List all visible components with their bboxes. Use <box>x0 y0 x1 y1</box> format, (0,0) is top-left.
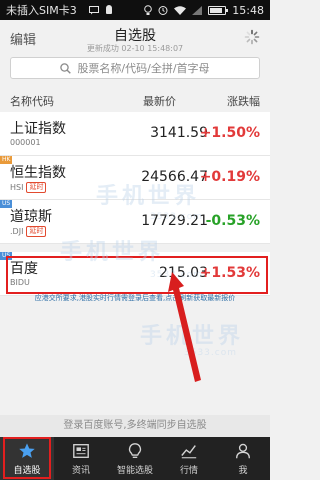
stock-name: 恒生指数 <box>10 165 66 181</box>
stock-name: 道琼斯 <box>10 209 52 225</box>
login-sync-banner[interactable]: 登录百度账号,多终端同步自选股 <box>0 415 270 437</box>
tab-smart-picks[interactable]: 智能选股 <box>108 437 162 480</box>
tab-label: 智能选股 <box>116 465 153 476</box>
stock-price: 3141.59 <box>150 125 208 141</box>
bulb-icon <box>128 442 142 458</box>
stock-row[interactable]: 上证指数 000001 3141.59 +1.50% <box>0 112 270 156</box>
tab-news[interactable]: 资讯 <box>54 437 108 480</box>
tab-market[interactable]: 行情 <box>162 437 216 480</box>
tab-highlight-box <box>3 437 51 479</box>
delay-badge: 延时 <box>26 226 47 237</box>
stock-row[interactable]: US 道琼斯 .DJI 延时 17729.21 -0.53% <box>0 200 270 244</box>
page-title: 自选股 <box>114 28 156 44</box>
update-status: 更新成功 02-10 15:48:07 <box>86 44 184 53</box>
delay-badge: 延时 <box>26 182 47 193</box>
stock-code: .DJI 延时 <box>10 226 47 237</box>
highlight-box <box>6 256 268 294</box>
news-icon <box>73 443 89 458</box>
tab-me[interactable]: 我 <box>216 437 270 480</box>
search-input[interactable]: 股票名称/代码/全拼/首字母 <box>10 57 260 79</box>
stock-price: 17729.21 <box>141 213 208 229</box>
stock-code: 000001 <box>10 138 41 147</box>
column-change[interactable]: 涨跌幅 <box>227 93 260 109</box>
message-icon <box>88 5 99 14</box>
tab-label: 资讯 <box>71 465 90 476</box>
refresh-icon[interactable] <box>244 29 260 45</box>
stock-price: 24566.47 <box>141 169 208 185</box>
stock-code: HSI 延时 <box>10 182 47 193</box>
column-price: 最新价 <box>143 95 176 108</box>
bulb-status-icon <box>144 4 153 15</box>
stock-change[interactable]: +0.19% <box>200 169 260 185</box>
alarm-icon <box>158 6 168 15</box>
stock-change[interactable]: +1.50% <box>200 125 260 141</box>
wifi-icon <box>174 5 187 15</box>
status-bar: 未插入SIM卡3 15:48 <box>0 0 270 20</box>
carrier-label: 未插入SIM卡3 <box>6 4 77 17</box>
user-icon <box>236 443 250 458</box>
search-placeholder: 股票名称/代码/全拼/首字母 <box>77 62 210 75</box>
android-icon <box>105 5 112 14</box>
stock-change[interactable]: -0.53% <box>206 213 260 229</box>
hk-quote-notice[interactable]: 应港交所要求,港股实时行情需登录后查看,点击刷新获取最新报价 <box>0 293 270 303</box>
tab-label: 我 <box>238 465 248 476</box>
clock: 15:48 <box>232 3 264 17</box>
red-arrow-annotation <box>168 272 201 382</box>
column-header: 名称代码 最新价 涨跌幅 <box>0 86 270 112</box>
battery-icon <box>208 5 229 15</box>
stock-row[interactable]: HK 恒生指数 HSI 延时 24566.47 +0.19% <box>0 156 270 200</box>
column-code: 名称代码 <box>10 95 54 108</box>
search-icon <box>60 62 72 74</box>
tab-label: 行情 <box>179 465 198 476</box>
chart-icon <box>181 444 197 458</box>
app-header: 编辑 自选股 更新成功 02-10 15:48:07 <box>0 20 270 56</box>
stock-name: 上证指数 <box>10 121 66 137</box>
signal-icon <box>192 5 203 15</box>
